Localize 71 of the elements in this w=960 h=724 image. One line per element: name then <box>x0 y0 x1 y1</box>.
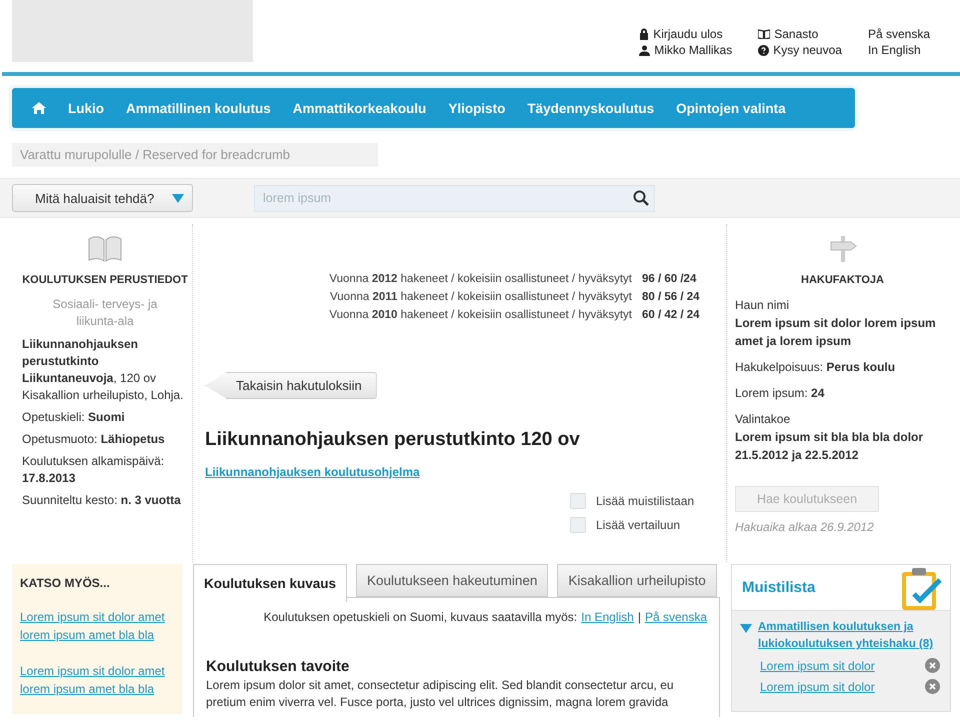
home-icon[interactable] <box>32 102 46 114</box>
signpost-icon <box>828 236 856 262</box>
see-also-link[interactable]: Lorem ipsum sit dolor amet lorem ipsum amet bla bla <box>20 662 174 698</box>
nav-item[interactable]: Yliopisto <box>448 100 506 116</box>
nav-item[interactable]: Täydennyskoulutus <box>527 100 654 116</box>
page-title: Liikunnanohjauksen perustutkinto 120 ov <box>205 429 581 451</box>
user-icon <box>639 44 650 56</box>
remove-icon[interactable] <box>925 658 940 673</box>
help-link[interactable]: Kysy neuvoa <box>758 43 842 57</box>
nav-item[interactable]: Opintojen valinta <box>676 100 786 116</box>
back-button[interactable]: Takaisin hakutuloksiin <box>205 372 377 399</box>
stat-label: Vuonna 2011 hakeneet / kokeisiin osallistuneet / hyväksytyt <box>330 290 632 305</box>
search-icon[interactable] <box>633 190 649 206</box>
fact-text: Liikunnanohjauksen perustutkinto Liikuntaneuvoja, 120 ov Kisakallion urheilupisto, Lohja. <box>22 336 184 404</box>
book-icon <box>88 236 122 262</box>
program-link[interactable]: Liikunnanohjauksen koulutusohjelma <box>205 465 420 479</box>
breadcrumb: Varattu murupolulle / Reserved for breadcrumb <box>12 143 378 167</box>
nav-item[interactable]: Lukio <box>68 100 104 116</box>
fact-text: Koulutuksen alkamispäivä: 17.8.2013 <box>22 453 166 487</box>
fact-text: Hakukelpoisuus: Perus koulu <box>735 359 896 376</box>
fact-text: Opetuskieli: Suomi <box>22 409 126 426</box>
panel-title: Muistilista <box>742 579 816 596</box>
checkbox-label: Lisää vertailuun <box>596 518 680 532</box>
stat-label: Vuonna 2010 hakeneet / kokeisiin osallistuneet / hyväksytyt <box>329 308 632 323</box>
fact-text: Suunniteltu kesto: n. 3 vuotta <box>22 492 182 509</box>
stat-value: 96 / 60 /24 <box>642 272 698 287</box>
application-note: Hakuaika alkaa 26.9.2012 <box>735 520 875 534</box>
help-link[interactable]: Sanasto <box>758 27 842 41</box>
lock-icon <box>639 28 650 40</box>
fact-value: Lorem ipsum sit bla bla bla dolor 21.5.2012 ja 22.5.2012 <box>735 430 924 462</box>
language-link[interactable]: In English <box>868 43 930 57</box>
fact-text: Opetusmuoto: Lähiopetus <box>22 431 166 448</box>
account-link[interactable]: Kirjaudu ulos <box>639 27 732 41</box>
nav-item[interactable]: Ammattikorkeakoulu <box>292 100 426 116</box>
caret-icon <box>172 194 184 202</box>
memo-group[interactable]: Ammatillisen koulutuksen ja lukiokoulutuksen yhteishaku (8) <box>732 611 950 655</box>
fact-label: Haun nimi <box>735 297 790 314</box>
language-link[interactable]: På svenska <box>868 27 930 41</box>
tab[interactable]: Kisakallion urheilupisto <box>557 564 717 597</box>
language-link[interactable]: In English <box>581 610 634 624</box>
checkbox[interactable] <box>570 493 586 509</box>
checkbox-label: Lisää muistilistaan <box>596 494 694 508</box>
description-text: Lorem ipsum dolor sit amet, consectetur adipiscing elit. Sed blandit consectetur arcu, eu pretium enim viverra vel. Fusce porta, justo vel ultrices dignissim, magna lorem gravida <box>206 677 675 711</box>
memo-item-link[interactable]: Lorem ipsum sit dolor <box>760 658 875 672</box>
stat-value: 60 / 42 / 24 <box>642 308 701 323</box>
remove-icon[interactable] <box>925 679 940 694</box>
checkbox[interactable] <box>570 517 586 533</box>
search-field[interactable]: lorem ipsum <box>254 184 655 212</box>
fact-value: Lorem ipsum sit dolor lorem ipsum amet ja lorem ipsum <box>735 316 936 348</box>
action-dropdown[interactable]: Mitä haluaisit tehdä? <box>12 184 193 212</box>
language-note: Koulutuksen opetuskieli on Suomi, kuvaus saatavilla myös: <box>264 610 578 624</box>
book-icon <box>758 29 770 39</box>
field-name: Sosiaali- terveys- ja liikunta-ala <box>52 296 158 330</box>
caret-icon <box>740 624 752 633</box>
panel-title: KATSO MYÖS... <box>20 576 111 590</box>
stat-label: Vuonna 2012 hakeneet / kokeisiin osallistuneet / hyväksytyt <box>329 272 632 287</box>
section-heading: Koulutuksen tavoite <box>206 658 350 675</box>
stat-value: 80 / 56 / 24 <box>642 290 701 305</box>
fact-text: Lorem ipsum: 24 <box>735 385 826 402</box>
language-link[interactable]: På svenska <box>644 610 707 624</box>
memo-item-link[interactable]: Lorem ipsum sit dolor <box>760 680 875 694</box>
separator: | <box>638 610 641 624</box>
section-title: KOULUTUKSEN PERUSTIEDOT <box>22 274 188 286</box>
nav-item[interactable]: Ammatillinen koulutus <box>126 100 271 116</box>
tab[interactable]: Koulutukseen hakeutuminen <box>356 564 548 597</box>
help-icon <box>758 44 770 56</box>
tab[interactable]: Koulutuksen kuvaus <box>193 564 348 602</box>
see-also-link[interactable]: Lorem ipsum sit dolor amet lorem ipsum amet bla bla <box>20 608 174 644</box>
account-link[interactable]: Mikko Mallikas <box>639 43 732 57</box>
section-title: HAKUFAKTOJA <box>800 274 885 286</box>
fact-label: Valintakoe <box>735 411 792 428</box>
